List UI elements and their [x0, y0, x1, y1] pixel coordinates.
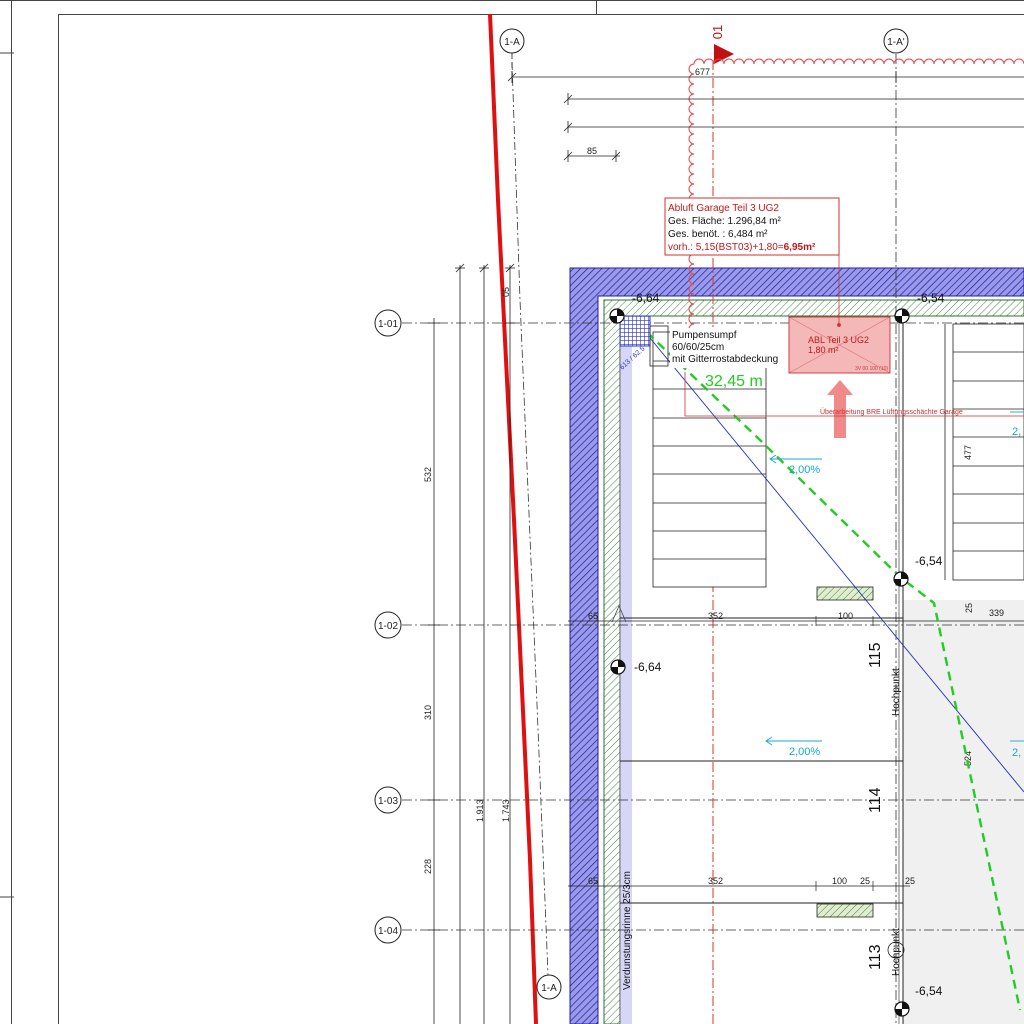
dim-05: 05 [501, 287, 511, 297]
svg-text:Pumpensumpf: Pumpensumpf [672, 330, 737, 341]
pump-label: Pumpensumpf 60/60/25cm mit Gitterrostabd… [670, 328, 778, 368]
axis-bubble-1-03: 1-03 [374, 786, 402, 814]
dim-row2-65: 65 [588, 876, 598, 886]
stair-right [944, 323, 1024, 581]
axis-bubble-1-a-bottom: 1-A [536, 974, 562, 1000]
svg-text:1-02: 1-02 [378, 621, 398, 632]
dim-row1-25: 25 [964, 603, 974, 613]
svg-text:60/60/25cm: 60/60/25cm [672, 342, 724, 353]
dim-row1-100: 100 [838, 611, 853, 621]
dim-row2-25b: 25 [905, 876, 915, 886]
dim-310: 310 [423, 705, 433, 720]
dim-row1-65: 65 [588, 611, 598, 621]
elevation-marker [609, 308, 625, 324]
bay-114: 114 [867, 787, 884, 813]
axis-bubble-1-02: 1-02 [374, 611, 402, 639]
dim-row1-352: 352 [708, 611, 723, 621]
axis-bubble-1-01: 1-01 [374, 309, 402, 337]
grey-zone [903, 600, 1024, 1024]
elevation-5: -6,54 [915, 984, 943, 998]
property-line [488, 13, 538, 1024]
hochpunkt-label-2: Hochpunkt [891, 928, 902, 976]
dim-row2-352: 352 [708, 876, 723, 886]
svg-text:1-04: 1-04 [378, 926, 398, 937]
elevation-marker [894, 1001, 910, 1017]
svg-text:mit Gitterrostabdeckung: mit Gitterrostabdeckung [672, 354, 778, 365]
svg-text:vorh.: 5,15(BST03)+1,80=6,95m²: vorh.: 5,15(BST03)+1,80=6,95m² [668, 242, 816, 253]
svg-text:1,80 m²: 1,80 m² [808, 345, 839, 355]
svg-text:1-A': 1-A' [887, 37, 905, 48]
dim-row1-339: 339 [989, 608, 1004, 618]
elevation-2: -6,54 [917, 291, 945, 305]
section-marker: 01 [710, 25, 725, 39]
dim-row2-25a: 25 [860, 876, 870, 886]
dim-row2-100: 100 [832, 876, 847, 886]
route-distance: 32,45 m [705, 373, 763, 390]
stair-left [652, 331, 767, 588]
svg-text:1-01: 1-01 [378, 319, 398, 330]
svg-text:Ges. benöt. : 6,484 m²: Ges. benöt. : 6,484 m² [668, 229, 768, 240]
dim-532: 532 [423, 467, 433, 482]
axis-bubble-1-a-top: 1-A [499, 28, 525, 54]
slope-4: 2, [1012, 747, 1021, 759]
svg-text:Ges. Fläche: 1.296,84 m²: Ges. Fläche: 1.296,84 m² [668, 216, 782, 227]
dim-228: 228 [423, 859, 433, 874]
dim-477: 477 [963, 445, 973, 460]
axis-bubble-1-a-prime: 1-A' [883, 28, 909, 54]
elevation-3: -6,54 [915, 554, 943, 568]
svg-text:Abluft Garage Teil 3 UG2: Abluft Garage Teil 3 UG2 [668, 203, 779, 214]
column-b [816, 903, 874, 918]
dim-1743: 1.743 [501, 799, 511, 822]
svg-text:1-A: 1-A [504, 37, 520, 48]
floor-plan: 01 677 85 532 310 228 1.913 1.743 05 1-A… [0, 0, 1024, 1024]
axis-bubble-1-04: 1-04 [374, 916, 402, 944]
dim-85: 85 [587, 146, 597, 156]
slope-1: 2,00% [789, 464, 820, 476]
drain-channel-label: Verdunstungsrinne 25/3cm [622, 871, 633, 990]
dim-1913: 1.913 [475, 799, 485, 822]
slope-3: 2, [1012, 426, 1021, 438]
top-dimensions [507, 71, 1024, 162]
revision-note: Überarbeitung BRE Lüftungsschächte Garag… [820, 408, 963, 416]
slope-2: 2,00% [789, 746, 820, 758]
dim-677: 677 [695, 67, 710, 77]
exhaust-annotation: Abluft Garage Teil 3 UG2 Ges. Fläche: 1.… [664, 197, 840, 256]
svg-text:1-03: 1-03 [378, 796, 398, 807]
elevation-marker [894, 308, 910, 324]
section-flag [714, 44, 734, 64]
hochpunkt-label-1: Hochpunkt [891, 668, 902, 716]
left-dimensions [428, 263, 515, 1024]
svg-text:ABL Teil 3 UG2: ABL Teil 3 UG2 [808, 335, 869, 345]
bay-113: 113 [867, 944, 884, 970]
bay-115: 115 [867, 642, 884, 668]
elevation-marker [893, 571, 909, 587]
elevation-1: -6,64 [632, 291, 660, 305]
elevation-4: -6,64 [634, 660, 662, 674]
svg-text:1-A: 1-A [541, 983, 557, 994]
elevation-marker [610, 659, 626, 675]
svg-text:3V 00 100 (10): 3V 00 100 (10) [855, 366, 888, 372]
